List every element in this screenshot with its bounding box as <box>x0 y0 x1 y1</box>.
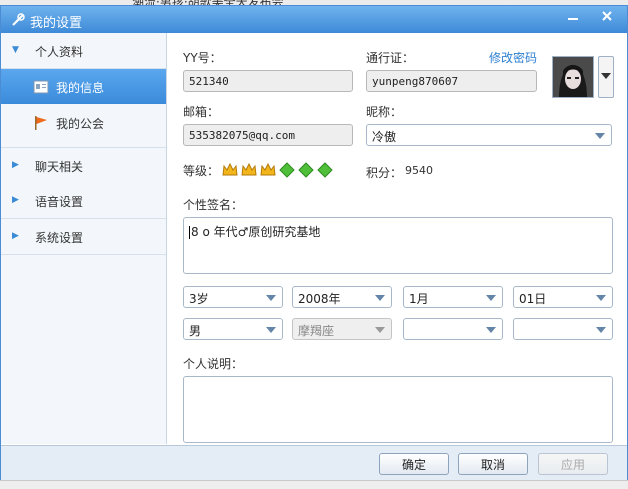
apply-button: 应用 <box>538 453 608 475</box>
collapsed-arrow-icon: ▶ <box>12 160 19 170</box>
about-label: 个人说明： <box>183 357 244 371</box>
signature-text-container: 8 o 年代♂原创研究基地 <box>189 223 320 240</box>
gender-select[interactable]: 男 <box>183 318 283 340</box>
collapsed-arrow-icon: ▶ <box>12 231 19 241</box>
points-label: 积分： <box>366 166 403 180</box>
nickname-value: 冷傲 <box>372 130 397 144</box>
sidebar-group-label: 系统设置 <box>35 231 84 245</box>
chevron-down-icon <box>486 327 496 333</box>
zodiac-select: 摩羯座 <box>292 318 392 340</box>
city-select[interactable] <box>513 318 613 340</box>
signature-label: 个性签名： <box>183 198 244 212</box>
signature-textarea[interactable]: 8 o 年代♂原创研究基地 <box>183 217 613 274</box>
diamond-icon <box>298 162 314 178</box>
email-label: 邮箱： <box>183 105 220 119</box>
chevron-down-icon <box>486 295 496 301</box>
title-bar[interactable]: 我的设置 <box>1 6 627 33</box>
yy-label: YY号： <box>183 51 222 65</box>
age-value: 3岁 <box>189 292 209 306</box>
gender-value: 男 <box>189 324 202 338</box>
tools-icon <box>12 13 25 26</box>
sidebar-group-voice[interactable]: ▶ 语音设置 <box>1 183 166 219</box>
sidebar-group-system[interactable]: ▶ 系统设置 <box>1 219 166 255</box>
text-cursor <box>189 226 190 239</box>
email-value: 535382075@qq.com <box>189 129 295 142</box>
zodiac-value: 摩羯座 <box>298 324 335 338</box>
sidebar-item-label: 我的公会 <box>56 117 105 131</box>
id-card-icon <box>33 80 49 94</box>
avatar-dropdown-button[interactable] <box>598 56 614 98</box>
birth-day-select[interactable]: 01日 <box>513 286 613 308</box>
close-icon <box>602 11 612 21</box>
crown-icon <box>260 162 276 176</box>
birth-month-value: 1月 <box>409 292 429 306</box>
cancel-button[interactable]: 取消 <box>458 453 528 475</box>
chevron-down-icon <box>601 73 611 79</box>
birth-year-value: 2008年 <box>298 292 341 306</box>
sidebar-item-label: 我的信息 <box>56 81 105 95</box>
nickname-combo[interactable]: 冷傲 <box>366 124 612 146</box>
collapsed-arrow-icon: ▶ <box>12 195 19 205</box>
passport-label: 通行证： <box>366 51 415 65</box>
minimize-icon <box>568 18 578 20</box>
sidebar-group-profile[interactable]: ▼ 个人资料 <box>1 33 166 69</box>
sidebar-group-label: 语音设置 <box>35 195 84 209</box>
birth-year-select[interactable]: 2008年 <box>292 286 392 308</box>
about-textarea[interactable] <box>183 376 613 443</box>
sidebar-item-my-guild[interactable]: 我的公会 <box>1 105 166 140</box>
yy-number-value: 521340 <box>189 75 229 88</box>
settings-sidebar: ▼ 个人资料 我的信息 我的公会 ▶ 聊天相关 ▶ 语音设置 ▶ 系统设置 <box>1 33 167 444</box>
settings-dialog: 我的设置 ▼ 个人资料 我的信息 我的公会 ▶ 聊天相关 ▶ 语音设置 ▶ 系统… <box>0 5 628 481</box>
province-select[interactable] <box>403 318 503 340</box>
yy-number-field: 521340 <box>183 70 353 92</box>
signature-value: 8 o 年代♂原创研究基地 <box>191 225 321 239</box>
settings-content: YY号： 521340 通行证： 修改密码 yunpeng870607 邮箱： … <box>167 33 627 444</box>
points-value: 9540 <box>405 164 433 177</box>
chevron-down-icon <box>596 295 606 301</box>
chevron-down-icon <box>596 327 606 333</box>
expanded-arrow-icon: ▼ <box>12 45 19 55</box>
avatar[interactable] <box>552 56 594 98</box>
sidebar-item-my-info[interactable]: 我的信息 <box>1 69 166 104</box>
change-password-link[interactable]: 修改密码 <box>489 49 537 66</box>
flag-icon <box>35 116 47 130</box>
chevron-down-icon <box>595 133 605 139</box>
passport-field: yunpeng870607 <box>366 70 537 92</box>
chevron-down-icon <box>266 295 276 301</box>
email-field: 535382075@qq.com <box>183 124 353 146</box>
diamond-icon <box>317 162 333 178</box>
chevron-down-icon <box>375 295 385 301</box>
minimize-button[interactable] <box>562 9 584 28</box>
close-button[interactable] <box>596 9 618 28</box>
window-title: 我的设置 <box>30 16 83 31</box>
sidebar-group-label: 聊天相关 <box>35 160 84 174</box>
passport-value: yunpeng870607 <box>372 75 459 88</box>
crown-icon <box>241 162 257 176</box>
dialog-footer: 确定 取消 应用 <box>1 445 627 481</box>
nickname-label: 昵称： <box>366 105 403 119</box>
birth-month-select[interactable]: 1月 <box>403 286 503 308</box>
level-badges <box>222 162 336 178</box>
chevron-down-icon <box>375 327 385 333</box>
level-label: 等级： <box>183 164 220 178</box>
ok-button[interactable]: 确定 <box>379 453 449 475</box>
crown-icon <box>222 162 238 176</box>
chevron-down-icon <box>266 327 276 333</box>
age-select[interactable]: 3岁 <box>183 286 283 308</box>
birth-day-value: 01日 <box>519 292 547 306</box>
sidebar-group-chat[interactable]: ▶ 聊天相关 <box>1 147 166 184</box>
sidebar-group-label: 个人资料 <box>35 45 84 59</box>
diamond-icon <box>279 162 295 178</box>
avatar-image <box>553 57 593 97</box>
